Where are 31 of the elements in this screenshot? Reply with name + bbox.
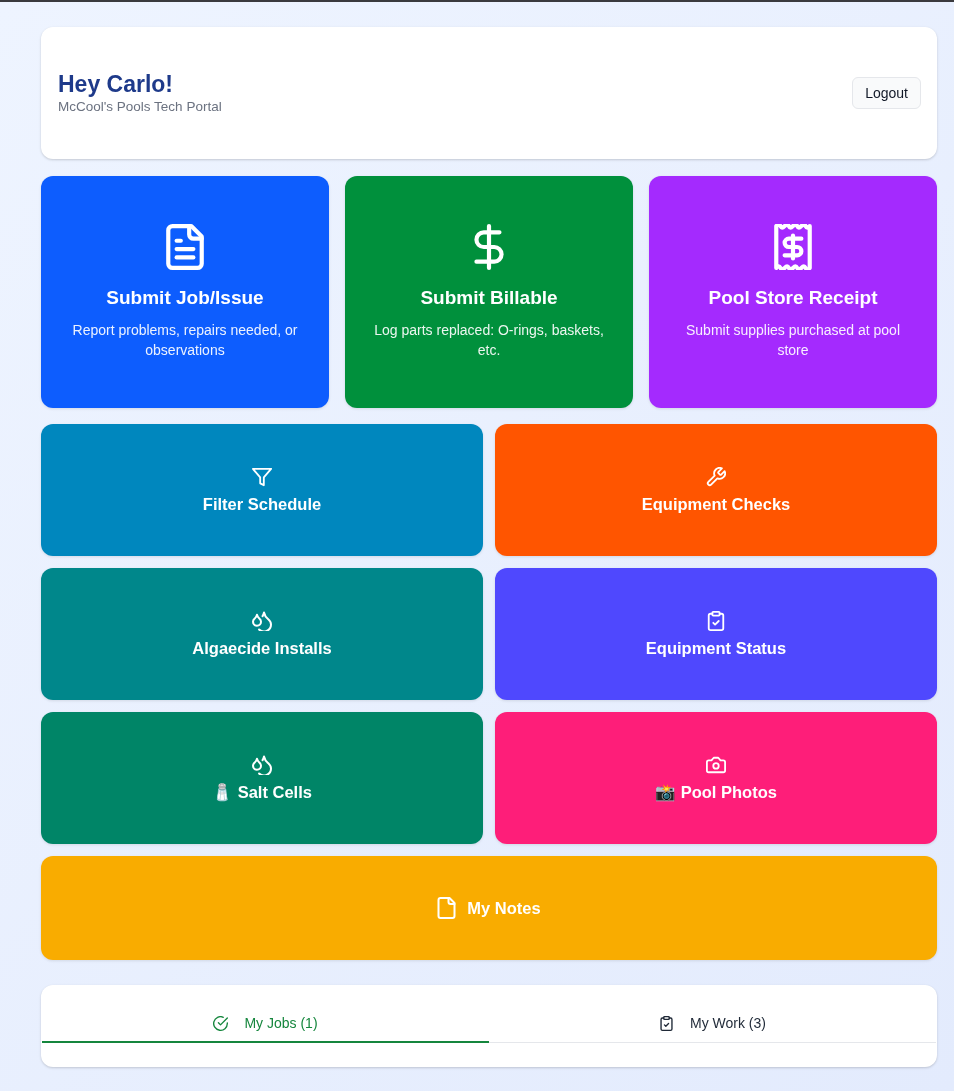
receipt-icon	[773, 224, 813, 270]
droplets-icon	[252, 754, 272, 775]
card-title: Submit Job/Issue	[106, 286, 264, 310]
card-description: Submit supplies purchased at pool store	[685, 321, 901, 360]
clipboard-check-icon	[706, 610, 726, 631]
action-tile[interactable]: Equipment Checks	[495, 424, 937, 556]
wrench-icon	[706, 466, 726, 487]
portal-subtitle: McCool's Pools Tech Portal	[58, 98, 222, 116]
camera-icon	[706, 754, 726, 775]
card-title: Submit Billable	[420, 286, 558, 310]
logout-button[interactable]: Logout	[852, 77, 921, 109]
action-tile[interactable]: 📸 Pool Photos	[495, 712, 937, 844]
action-card[interactable]: Submit Job/Issue Report problems, repairs needed, or observations	[41, 176, 329, 408]
file-icon	[437, 897, 457, 919]
droplets-icon	[252, 610, 272, 631]
card-description: Report problems, repairs needed, or observations	[71, 321, 299, 360]
action-card[interactable]: Pool Store Receipt Submit supplies purchased at pool store	[649, 176, 937, 408]
action-tile[interactable]: 🧂 Salt Cells	[41, 712, 483, 844]
tab[interactable]: My Jobs (1)	[42, 1005, 489, 1043]
action-tile[interactable]: Equipment Status	[495, 568, 937, 700]
document-icon	[165, 224, 205, 270]
check-circle-icon	[213, 1015, 229, 1031]
greeting-title: Hey Carlo!	[58, 70, 175, 98]
card-title: Pool Store Receipt	[708, 286, 878, 310]
action-card[interactable]: Submit Billable Log parts replaced: O-rings, baskets, etc.	[345, 176, 633, 408]
card-description: Log parts replaced: O-rings, baskets, etc.	[373, 321, 605, 360]
clipboard-check-icon	[659, 1015, 674, 1031]
funnel-icon	[252, 466, 272, 487]
action-tile[interactable]: Algaecide Installs	[41, 568, 483, 700]
tab[interactable]: My Work (3)	[489, 1005, 936, 1043]
action-tile[interactable]: Filter Schedule	[41, 424, 483, 556]
